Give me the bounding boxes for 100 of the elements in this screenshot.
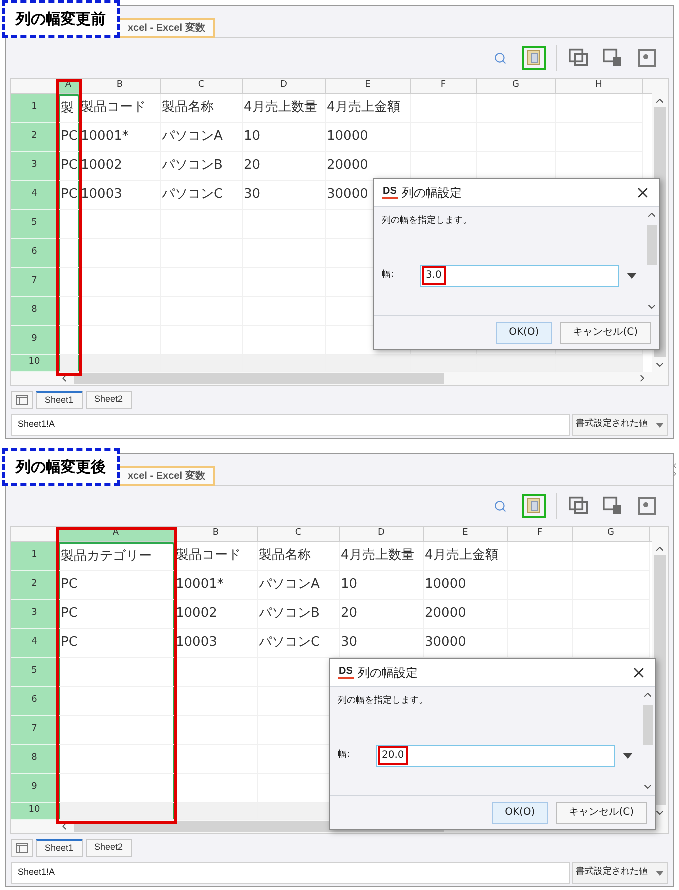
table-cell: 10003	[175, 628, 258, 658]
column-header[interactable]: H	[556, 79, 643, 93]
dropdown-caret-icon[interactable]	[623, 752, 633, 758]
scroll-thumb[interactable]	[74, 372, 444, 384]
document-tab[interactable]: xcel - Excel 変数	[118, 18, 216, 38]
window-icon	[569, 48, 589, 68]
column-header[interactable]: D	[340, 527, 424, 541]
sheet-list-button[interactable]	[11, 391, 33, 409]
row-header[interactable]: 10	[11, 354, 58, 372]
sheet-tab[interactable]: Sheet2	[86, 391, 132, 409]
row-header[interactable]: 9	[11, 774, 58, 803]
row-header[interactable]: 7	[11, 716, 58, 745]
caption-label: 列の幅変更後	[2, 448, 120, 486]
table-cell: パソコンA	[258, 570, 340, 600]
column-header[interactable]: B	[80, 79, 161, 93]
row-header[interactable]: 5	[11, 210, 58, 239]
window-icon	[603, 496, 623, 516]
table-cell: 製品コード	[175, 542, 258, 571]
scroll-thumb[interactable]	[643, 705, 653, 745]
row-header[interactable]: 8	[11, 296, 58, 326]
table-cell: PC	[58, 600, 175, 629]
value-mode-dropdown[interactable]: 書式設定された値	[572, 414, 668, 436]
column-header[interactable]: E	[424, 527, 508, 541]
row-header[interactable]: 7	[11, 268, 58, 297]
dialog-button[interactable]: キャンセル(C)	[560, 322, 651, 344]
table-cell: 製品名称	[161, 94, 243, 123]
table-cell: 20	[243, 152, 326, 181]
table-cell: 10002	[80, 152, 161, 181]
column-header[interactable]: F	[508, 527, 573, 541]
zoom-icon	[638, 49, 656, 67]
sheet-list-button[interactable]	[11, 839, 33, 857]
field-label: 幅:	[338, 748, 352, 762]
column-header[interactable]: D	[243, 79, 326, 93]
sheet-tab[interactable]: Sheet1	[36, 391, 83, 409]
search-icon	[494, 52, 506, 64]
cell-reference-field[interactable]: Sheet1!A	[11, 862, 570, 884]
scroll-thumb[interactable]	[647, 225, 657, 265]
document-icon	[527, 50, 541, 66]
caret-icon	[656, 422, 664, 428]
row-header[interactable]: 4	[11, 180, 58, 210]
collapse-icon[interactable]	[671, 462, 679, 470]
table-cell: 10000	[326, 122, 411, 152]
cell-reference-field[interactable]: Sheet1!A	[11, 414, 570, 436]
column-header[interactable]: B	[175, 527, 258, 541]
column-header[interactable]: E	[326, 79, 411, 93]
table-cell: PC	[58, 570, 175, 600]
dialog-button[interactable]: OK(O)	[496, 322, 552, 344]
column-header[interactable]: G	[573, 527, 650, 541]
table-cell: 4月売上数量	[243, 94, 326, 123]
table-cell: 4月売上数量	[340, 542, 424, 571]
row-header[interactable]: 5	[11, 658, 58, 687]
column-header[interactable]: C	[161, 79, 243, 93]
table-cell: 10	[243, 122, 326, 152]
row-header[interactable]: 2	[11, 122, 58, 152]
table-cell: 20	[340, 600, 424, 629]
row-header[interactable]: 3	[11, 600, 58, 629]
table-cell: パソコンB	[258, 600, 340, 629]
dialog-button[interactable]: OK(O)	[492, 802, 548, 824]
row-header[interactable]: 4	[11, 628, 58, 658]
sheet-tab[interactable]: Sheet2	[86, 839, 132, 857]
toolbar-button[interactable]	[522, 494, 546, 518]
app-logo: DS	[382, 186, 398, 198]
width-field[interactable]: 20.0	[376, 744, 615, 766]
row-header[interactable]: 6	[11, 238, 58, 268]
row-header[interactable]: 1	[11, 542, 58, 571]
toolbar-button[interactable]	[522, 46, 546, 70]
empty-cell	[58, 238, 80, 268]
column-header[interactable]: G	[477, 79, 556, 93]
dialog-button[interactable]: キャンセル(C)	[556, 802, 647, 824]
row-header[interactable]: 9	[11, 326, 58, 355]
row-header[interactable]: 8	[11, 744, 58, 774]
zoom-icon	[638, 497, 656, 515]
dropdown-caret-icon[interactable]	[627, 272, 637, 278]
empty-cell	[58, 268, 80, 297]
column-header[interactable]: C	[258, 527, 340, 541]
row-header[interactable]: 1	[11, 94, 58, 123]
toolbar-button[interactable]	[635, 46, 659, 70]
document-icon	[527, 498, 541, 514]
document-tab[interactable]: xcel - Excel 変数	[118, 466, 216, 486]
row-header[interactable]: 3	[11, 152, 58, 181]
table-cell: 10001*	[175, 570, 258, 600]
search-icon	[494, 500, 506, 512]
table-icon	[16, 395, 28, 405]
scroll-thumb[interactable]	[654, 555, 666, 805]
sheet-tab[interactable]: Sheet1	[36, 839, 83, 857]
table-cell: PC	[58, 152, 80, 181]
table-cell: 10000	[424, 570, 508, 600]
field-label: 幅:	[382, 268, 396, 282]
row-header[interactable]: 10	[11, 802, 58, 820]
width-field[interactable]: 3.0	[420, 264, 619, 286]
horizontal-scrollbar[interactable]	[11, 372, 652, 385]
empty-cell	[58, 210, 80, 239]
row-header[interactable]: 2	[11, 570, 58, 600]
table-cell: パソコンA	[161, 122, 243, 152]
toolbar-button[interactable]	[635, 494, 659, 518]
value-mode-dropdown[interactable]: 書式設定された値	[572, 862, 668, 884]
column-header[interactable]: F	[411, 79, 477, 93]
expand-icon[interactable]	[671, 470, 679, 478]
row-header[interactable]: 6	[11, 686, 58, 716]
field-value: 20.0	[380, 748, 406, 763]
